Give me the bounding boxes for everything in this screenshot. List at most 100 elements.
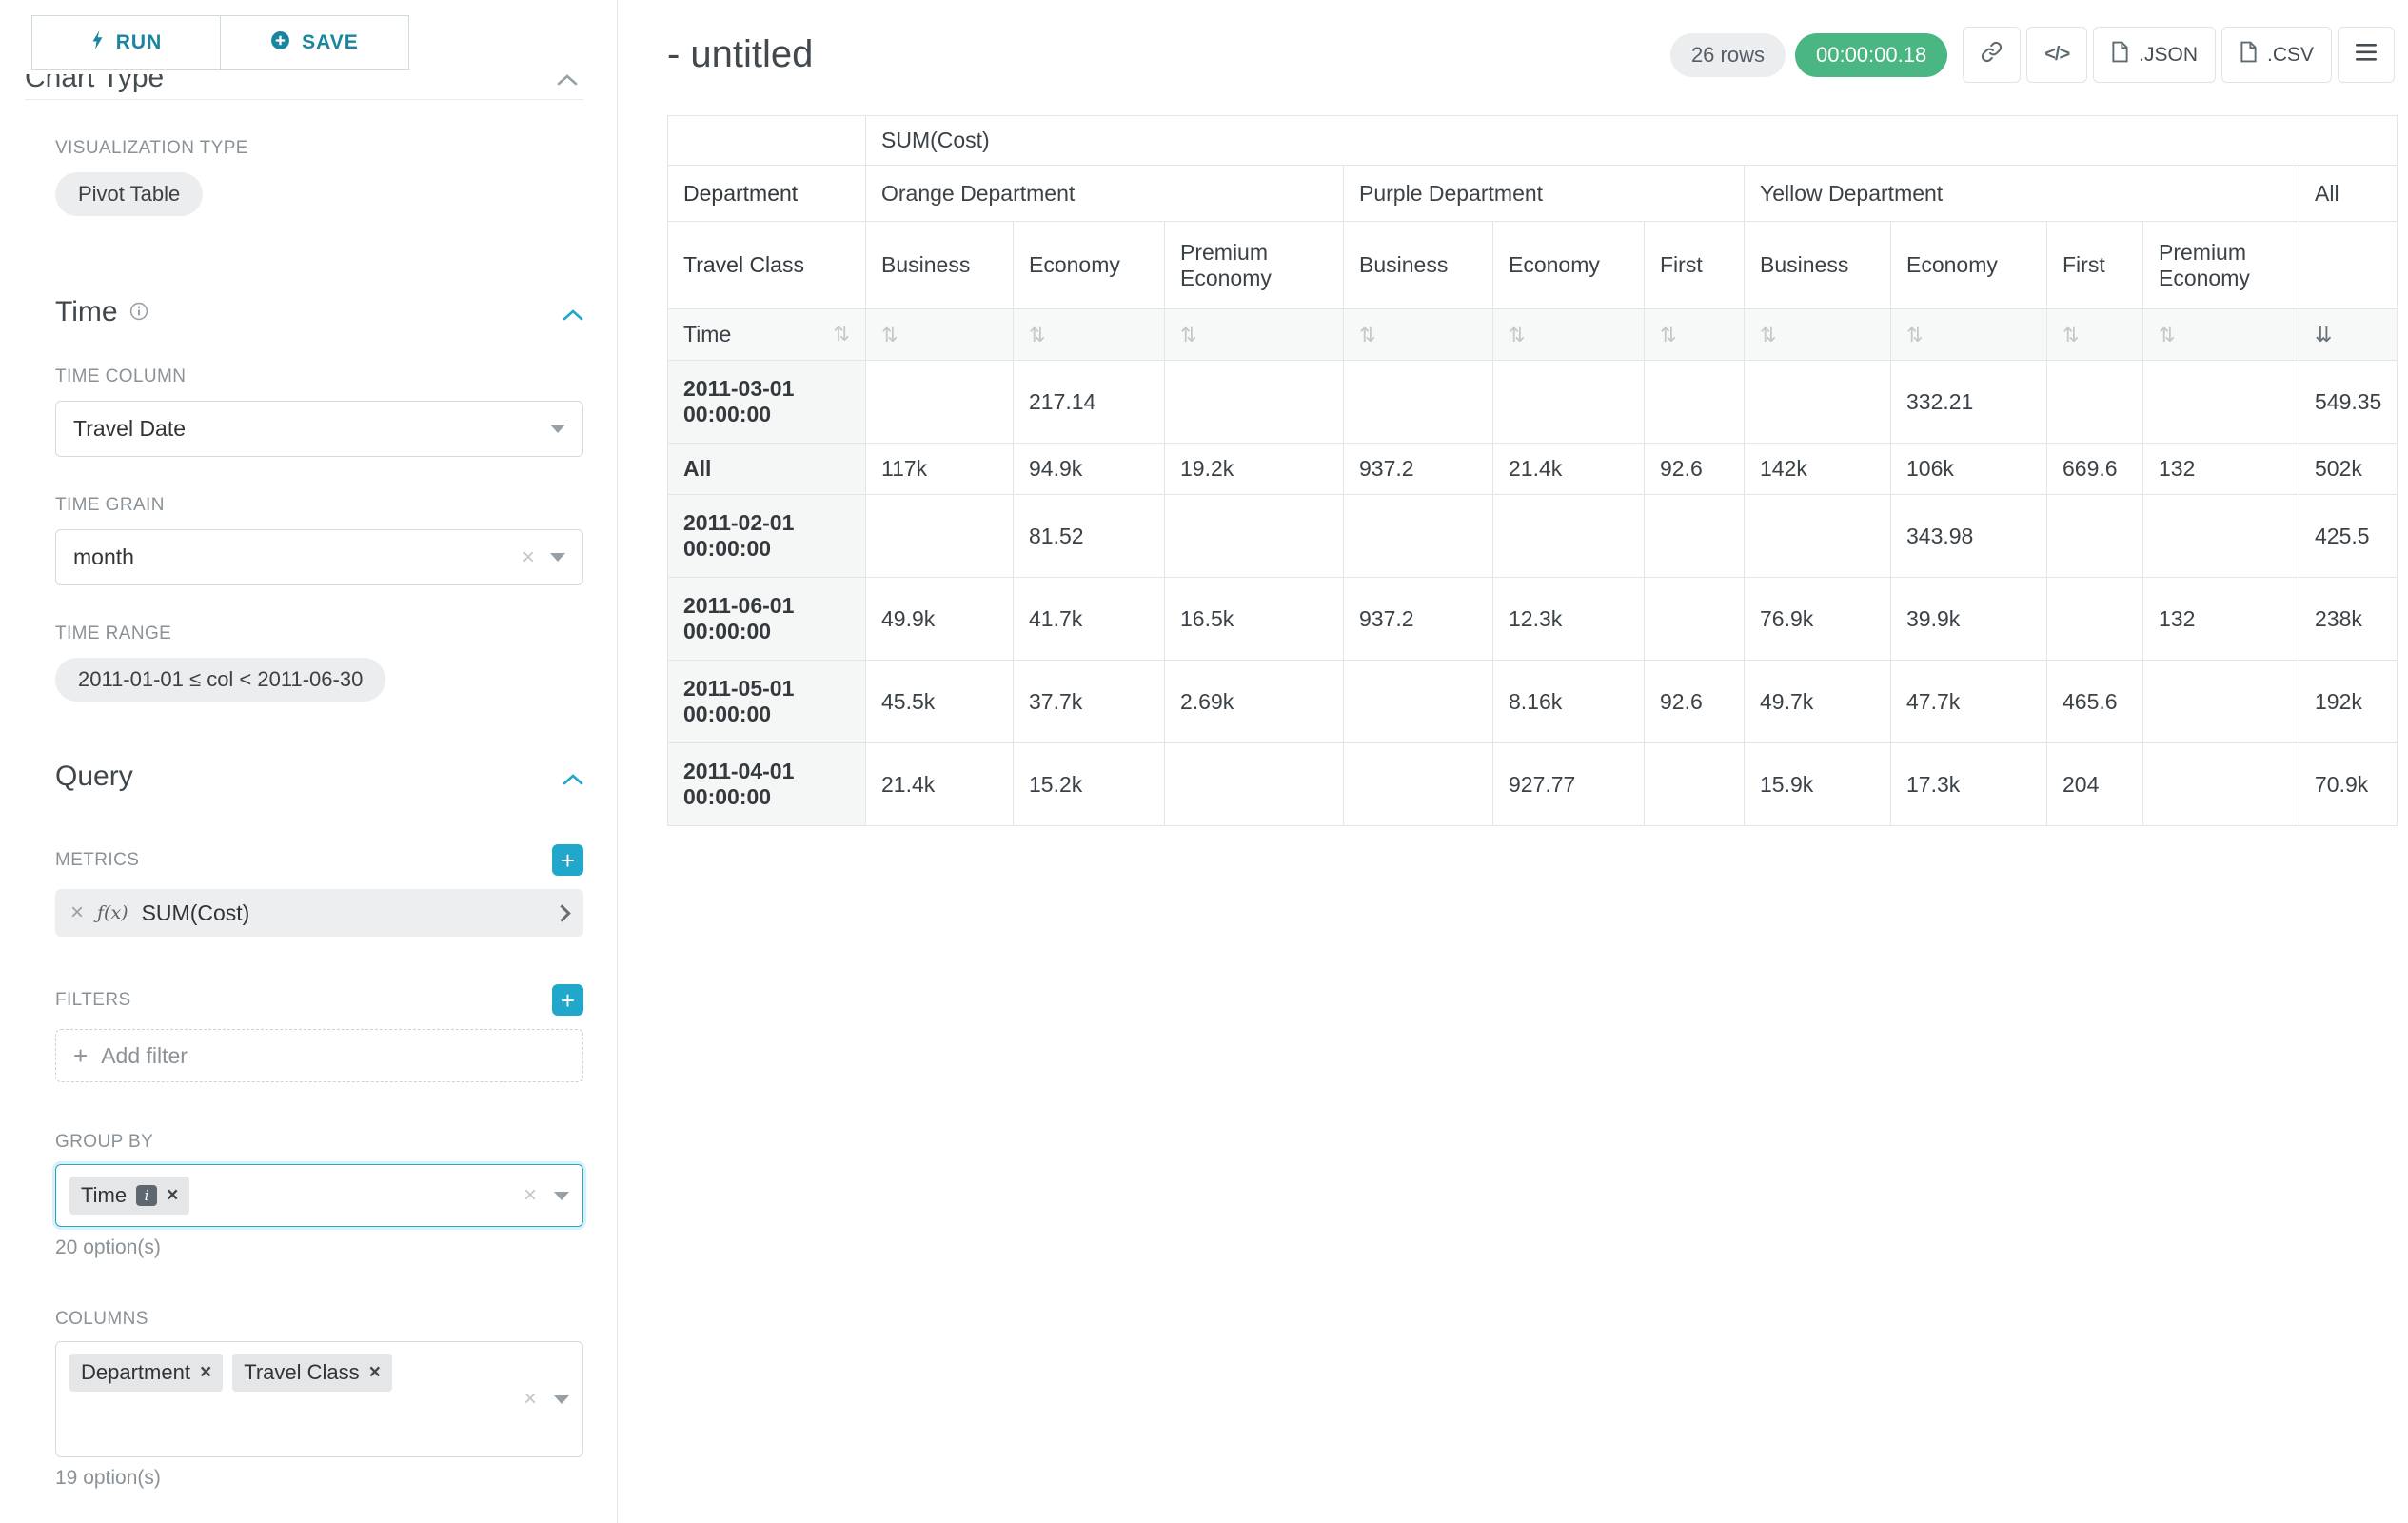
sort-cell[interactable]: ⇊ [2299, 309, 2398, 361]
columns-chip[interactable]: Department × [69, 1354, 223, 1392]
sort-cell[interactable]: ⇅ [1745, 309, 1891, 361]
pivot-cell: 12.3k [1493, 578, 1645, 661]
metric-item[interactable]: × ƒ(x) SUM(Cost) [55, 889, 583, 937]
add-filter-dropzone[interactable]: + Add filter [55, 1029, 583, 1082]
table-row: 2011-06-01 00:00:00 49.9k 41.7k 16.5k 93… [668, 578, 2398, 661]
group-header: Orange Department [866, 166, 1344, 222]
visualization-type-label: VISUALIZATION TYPE [55, 138, 583, 159]
metrics-label: METRICS [55, 850, 139, 871]
metric-name: SUM(Cost) [142, 900, 250, 926]
export-json-button[interactable]: .JSON [2093, 27, 2216, 83]
copy-link-button[interactable] [1963, 27, 2021, 83]
pivot-cell: 19.2k [1165, 444, 1344, 495]
pivot-cell [1645, 495, 1745, 578]
clear-icon[interactable]: × [523, 1388, 537, 1411]
query-timer-badge: 00:00:00.18 [1795, 33, 1947, 77]
function-icon: ƒ(x) [97, 902, 128, 923]
sort-icon[interactable]: ⇅ [2159, 325, 2176, 346]
code-icon: </> [2044, 44, 2069, 66]
remove-chip-icon[interactable]: × [167, 1184, 178, 1207]
export-csv-label: .CSV [2267, 44, 2314, 67]
pivot-cell [866, 361, 1014, 444]
pivot-cell: 92.6 [1645, 661, 1745, 743]
group-header: Purple Department [1344, 166, 1745, 222]
sort-cell[interactable]: ⇅ [866, 309, 1014, 361]
file-icon [2240, 41, 2258, 69]
sort-cell[interactable]: ⇅ [1493, 309, 1645, 361]
pivot-cell: 41.7k [1014, 578, 1165, 661]
lightning-bolt-icon [90, 30, 105, 56]
pivot-cell: 117k [866, 444, 1014, 495]
sort-cell[interactable]: ⇅ [1891, 309, 2047, 361]
run-button[interactable]: RUN [31, 15, 221, 70]
sort-icon[interactable]: ⇅ [1359, 325, 1376, 346]
time-section-header: Time [55, 296, 583, 328]
remove-metric-icon[interactable]: × [70, 900, 84, 926]
columns-chip[interactable]: Travel Class × [232, 1354, 392, 1392]
add-metric-button[interactable]: + [552, 844, 583, 876]
time-range-value[interactable]: 2011-01-01 ≤ col < 2011-06-30 [55, 658, 385, 702]
collapse-chevron-icon[interactable] [563, 296, 583, 328]
pivot-cell: 76.9k [1745, 578, 1891, 661]
clear-icon[interactable]: × [522, 546, 535, 569]
time-column-select[interactable]: Travel Date [55, 401, 583, 457]
chevron-right-icon [553, 904, 570, 921]
sort-descending-icon[interactable]: ⇊ [2315, 323, 2332, 346]
group-by-select[interactable]: Time i × × [55, 1164, 583, 1227]
remove-chip-icon[interactable]: × [200, 1361, 211, 1384]
sort-cell[interactable]: ⇅ [1165, 309, 1344, 361]
time-axis-label: Time [683, 322, 731, 347]
add-filter-label: Add filter [101, 1043, 188, 1069]
pivot-cell: 49.9k [866, 578, 1014, 661]
sort-icon[interactable]: ⇅ [2063, 325, 2080, 346]
sort-cell[interactable]: ⇅ [1344, 309, 1493, 361]
row-header: All [668, 444, 866, 495]
column-info-icon: i [136, 1185, 157, 1206]
query-section-header: Query [55, 761, 583, 793]
row-header: 2011-02-01 00:00:00 [668, 495, 866, 578]
info-icon [129, 296, 148, 328]
pivot-cell: 45.5k [866, 661, 1014, 743]
sort-cell[interactable]: ⇅ [2047, 309, 2143, 361]
export-csv-button[interactable]: .CSV [2221, 27, 2332, 83]
sort-cell[interactable]: ⇅ [1645, 309, 1745, 361]
collapse-chevron-icon[interactable] [563, 761, 583, 793]
more-menu-button[interactable] [2338, 27, 2395, 83]
clear-icon[interactable]: × [523, 1184, 537, 1207]
column-header: Business [866, 222, 1014, 309]
sort-icon[interactable]: ⇅ [1180, 325, 1197, 346]
time-grain-select[interactable]: month × [55, 529, 583, 585]
pivot-cell: 15.2k [1014, 743, 1165, 826]
row-header: 2011-06-01 00:00:00 [668, 578, 866, 661]
sort-icon[interactable]: ⇅ [833, 323, 850, 346]
chart-title[interactable]: - untitled [667, 33, 813, 76]
filters-label-row: FILTERS + [55, 984, 583, 1016]
embed-code-button[interactable]: </> [2026, 27, 2087, 83]
link-icon [1981, 41, 2003, 69]
sort-icon[interactable]: ⇅ [1660, 325, 1677, 346]
sort-icon[interactable]: ⇅ [881, 325, 898, 346]
pivot-cell [2047, 578, 2143, 661]
save-button[interactable]: SAVE [220, 15, 409, 70]
group-by-chip[interactable]: Time i × [69, 1177, 189, 1215]
visualization-type-value[interactable]: Pivot Table [55, 172, 203, 216]
pivot-cell: 132 [2143, 444, 2299, 495]
sort-icon[interactable]: ⇅ [1509, 325, 1526, 346]
column-header: Economy [1014, 222, 1165, 309]
sort-cell[interactable]: ⇅ [1014, 309, 1165, 361]
run-button-label: RUN [116, 31, 163, 54]
remove-chip-icon[interactable]: × [369, 1361, 381, 1384]
columns-select[interactable]: Department × Travel Class × × [55, 1341, 583, 1457]
add-filter-plus-button[interactable]: + [552, 984, 583, 1016]
section-divider [25, 99, 583, 100]
metric-header-cell: SUM(Cost) [866, 116, 2398, 166]
sort-icon[interactable]: ⇅ [1029, 325, 1046, 346]
columns-chip-label: Travel Class [244, 1360, 359, 1385]
column-header: Economy [1493, 222, 1645, 309]
column-header-empty [2299, 222, 2398, 309]
sort-cell[interactable]: ⇅ [2143, 309, 2299, 361]
sort-icon[interactable]: ⇅ [1906, 325, 1924, 346]
group-header: Yellow Department [1745, 166, 2299, 222]
sort-icon[interactable]: ⇅ [1760, 325, 1777, 346]
time-axis-cell: Time ⇅ [668, 309, 866, 361]
